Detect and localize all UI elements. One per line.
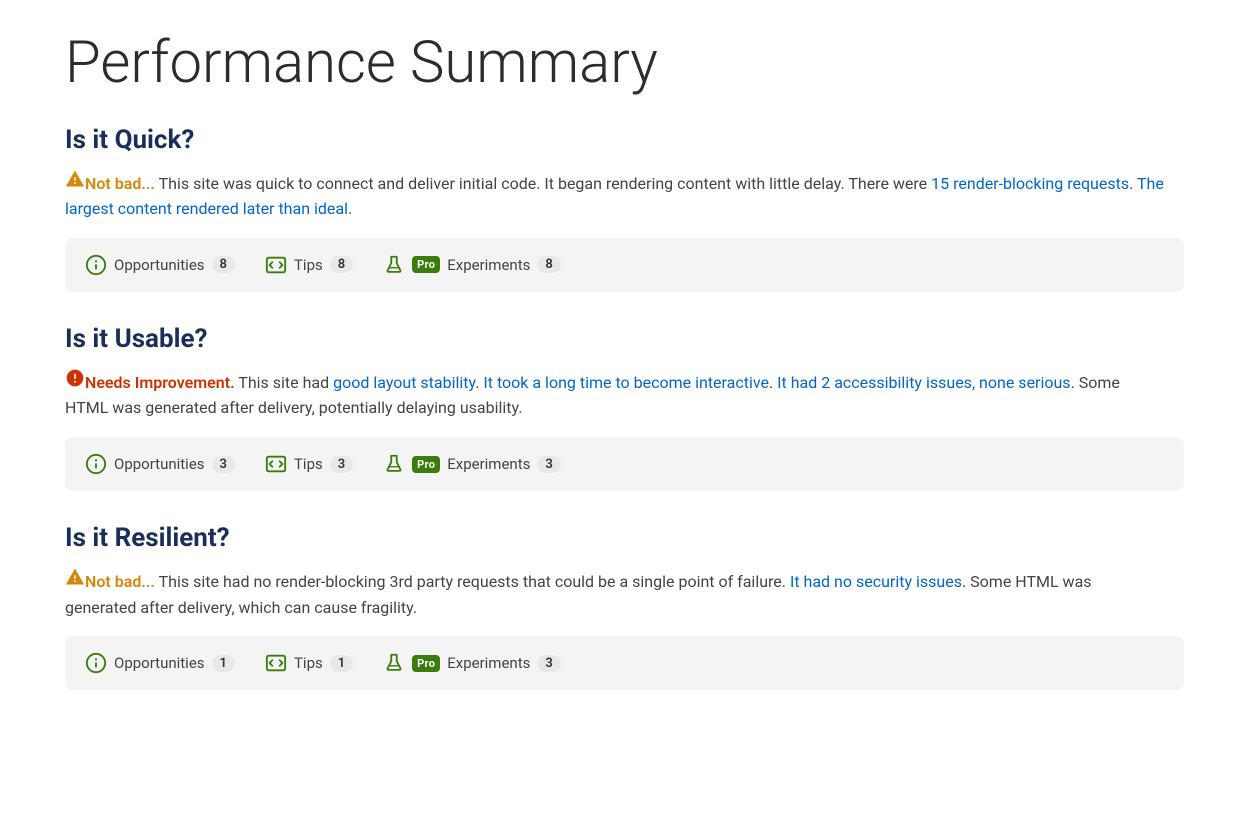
status-label-usable: Needs Improvement. (85, 373, 235, 392)
code-icon (265, 652, 287, 674)
section-usable: Is it Usable? Needs Improvement. This si… (65, 324, 1184, 491)
section-resilient: Is it Resilient? Not bad... This site ha… (65, 523, 1184, 690)
status-label-quick: Not bad... (85, 174, 155, 193)
render-blocking-link[interactable]: 15 render-blocking requests (931, 174, 1129, 193)
page-title: Performance Summary (65, 30, 1184, 97)
layout-stability-link[interactable]: good layout stability (333, 373, 475, 392)
badge-tips-usable[interactable]: Tips 3 (265, 453, 353, 475)
badge-opportunities-usable[interactable]: Opportunities 3 (85, 453, 235, 475)
error-icon (65, 373, 85, 392)
badge-label-experiments: Experiments (447, 256, 530, 274)
pro-badge: Pro (412, 456, 440, 473)
info-icon (85, 254, 107, 276)
badge-label-experiments: Experiments (447, 654, 530, 672)
badge-experiments-resilient[interactable]: Pro Experiments 3 (383, 652, 561, 674)
badge-label-experiments: Experiments (447, 455, 530, 473)
warning-icon (65, 174, 85, 193)
badge-count-opportunities: 1 (212, 655, 235, 672)
flask-icon (383, 453, 405, 475)
badge-count-experiments: 3 (537, 456, 560, 473)
badge-bar-quick: Opportunities 8 Tips 8 Pro Experiments 8 (65, 238, 1184, 292)
badge-tips-resilient[interactable]: Tips 1 (265, 652, 353, 674)
section-body-quick: Not bad... This site was quick to connec… (65, 169, 1165, 222)
section-quick: Is it Quick? Not bad... This site was qu… (65, 125, 1184, 292)
info-icon (85, 453, 107, 475)
pro-badge: Pro (412, 256, 440, 273)
badge-label-opportunities: Opportunities (114, 455, 205, 473)
badge-label-tips: Tips (294, 654, 323, 672)
badge-count-tips: 8 (330, 256, 353, 273)
security-link[interactable]: It had no security issues (790, 572, 962, 591)
badge-experiments-usable[interactable]: Pro Experiments 3 (383, 453, 561, 475)
badge-count-tips: 1 (330, 655, 353, 672)
badge-label-opportunities: Opportunities (114, 654, 205, 672)
badge-label-tips: Tips (294, 256, 323, 274)
interactive-link[interactable]: It took a long time to become interactiv… (483, 373, 769, 392)
badge-experiments-quick[interactable]: Pro Experiments 8 (383, 254, 561, 276)
badge-count-opportunities: 3 (212, 456, 235, 473)
accessibility-link[interactable]: It had 2 accessibility issues, none seri… (777, 373, 1070, 392)
flask-icon (383, 652, 405, 674)
section-heading-resilient: Is it Resilient? (65, 523, 1184, 553)
code-icon (265, 453, 287, 475)
badge-count-tips: 3 (330, 456, 353, 473)
badge-bar-resilient: Opportunities 1 Tips 1 Pro Experiments 3 (65, 636, 1184, 690)
badge-count-experiments: 3 (537, 655, 560, 672)
badge-opportunities-resilient[interactable]: Opportunities 1 (85, 652, 235, 674)
flask-icon (383, 254, 405, 276)
warning-icon (65, 572, 85, 591)
badge-opportunities-quick[interactable]: Opportunities 8 (85, 254, 235, 276)
section-body-resilient: Not bad... This site had no render-block… (65, 567, 1165, 620)
section-heading-usable: Is it Usable? (65, 324, 1184, 354)
pro-badge: Pro (412, 655, 440, 672)
section-body-usable: Needs Improvement. This site had good la… (65, 368, 1165, 421)
code-icon (265, 254, 287, 276)
badge-label-opportunities: Opportunities (114, 256, 205, 274)
badge-count-experiments: 8 (537, 256, 560, 273)
badge-tips-quick[interactable]: Tips 8 (265, 254, 353, 276)
badge-bar-usable: Opportunities 3 Tips 3 Pro Experiments 3 (65, 437, 1184, 491)
status-label-resilient: Not bad... (85, 572, 155, 591)
section-heading-quick: Is it Quick? (65, 125, 1184, 155)
info-icon (85, 652, 107, 674)
badge-label-tips: Tips (294, 455, 323, 473)
badge-count-opportunities: 8 (212, 256, 235, 273)
